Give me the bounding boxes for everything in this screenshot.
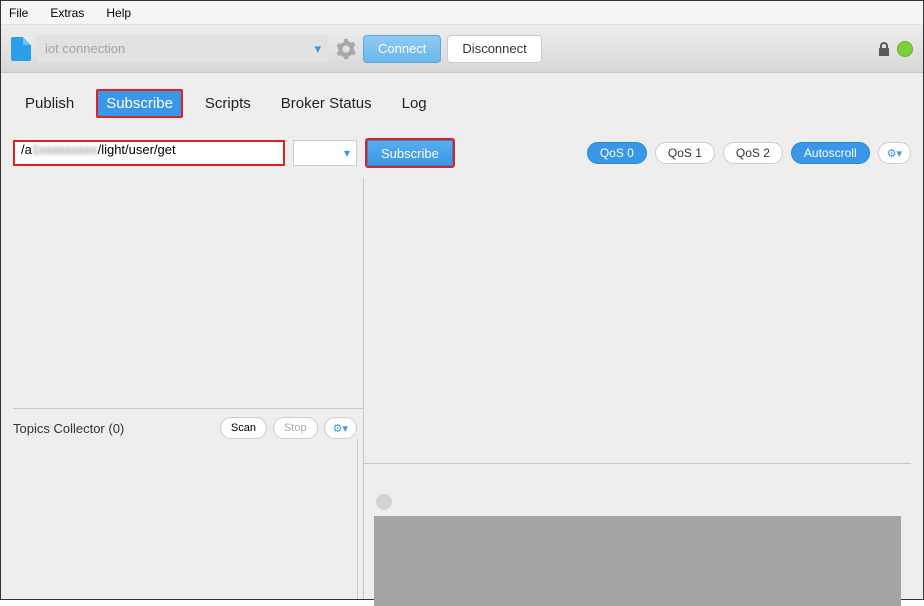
chevron-down-icon: ▾ xyxy=(344,146,350,160)
tab-broker-status[interactable]: Broker Status xyxy=(273,91,380,116)
content-area: Publish Subscribe Scripts Broker Status … xyxy=(1,73,923,599)
left-panel: Topics Collector (0) Scan Stop ⚙▾ xyxy=(13,178,363,599)
qos1-chip[interactable]: QoS 1 xyxy=(655,142,715,164)
connection-select[interactable]: iot connection ▾ xyxy=(37,35,329,63)
menu-file[interactable]: File xyxy=(9,6,28,20)
menu-extras[interactable]: Extras xyxy=(50,6,84,20)
lock-icon xyxy=(877,41,891,57)
tab-publish[interactable]: Publish xyxy=(17,91,82,116)
topics-collector-body xyxy=(13,439,358,599)
topics-settings-button[interactable]: ⚙▾ xyxy=(324,417,357,439)
topics-collector: Topics Collector (0) Scan Stop ⚙▾ xyxy=(13,408,363,599)
settings-chip[interactable]: ⚙▾ xyxy=(878,142,911,164)
qos-dropdown[interactable]: ▾ xyxy=(293,140,357,166)
status-connected-indicator xyxy=(897,41,913,57)
toolbar: iot connection ▾ Connect Disconnect xyxy=(1,25,923,73)
subscribe-button[interactable]: Subscribe xyxy=(365,138,455,168)
connect-button[interactable]: Connect xyxy=(363,35,441,63)
menu-bar: File Extras Help xyxy=(1,1,923,25)
tab-scripts[interactable]: Scripts xyxy=(197,91,259,116)
messages-list xyxy=(364,178,911,457)
loading-indicator xyxy=(376,494,392,510)
message-payload-box xyxy=(374,516,901,606)
qos2-chip[interactable]: QoS 2 xyxy=(723,142,783,164)
file-icon[interactable] xyxy=(11,37,31,61)
gear-small-icon: ⚙▾ xyxy=(887,147,902,160)
connection-label: iot connection xyxy=(45,41,125,56)
menu-help[interactable]: Help xyxy=(106,6,131,20)
topic-input[interactable]: /a1xxxxxxxxx/light/user/get xyxy=(15,142,283,164)
autoscroll-chip[interactable]: Autoscroll xyxy=(791,142,870,164)
topics-collector-title: Topics Collector (0) xyxy=(13,421,214,436)
chevron-down-icon: ▾ xyxy=(314,41,321,57)
disconnect-button[interactable]: Disconnect xyxy=(447,35,541,63)
gear-icon[interactable] xyxy=(335,38,357,60)
stop-button[interactable]: Stop xyxy=(273,417,318,439)
tab-subscribe[interactable]: Subscribe xyxy=(96,89,183,118)
tab-log[interactable]: Log xyxy=(394,91,435,116)
subscribe-row: /a1xxxxxxxxx/light/user/get ▾ Subscribe … xyxy=(13,138,911,168)
panels: Topics Collector (0) Scan Stop ⚙▾ xyxy=(13,178,911,599)
tab-bar: Publish Subscribe Scripts Broker Status … xyxy=(13,89,911,118)
scan-button[interactable]: Scan xyxy=(220,417,267,439)
topic-input-container: /a1xxxxxxxxx/light/user/get xyxy=(13,140,285,166)
right-panel xyxy=(363,178,911,599)
message-detail-panel xyxy=(364,464,911,599)
qos0-chip[interactable]: QoS 0 xyxy=(587,142,647,164)
subscriptions-list xyxy=(13,178,363,408)
